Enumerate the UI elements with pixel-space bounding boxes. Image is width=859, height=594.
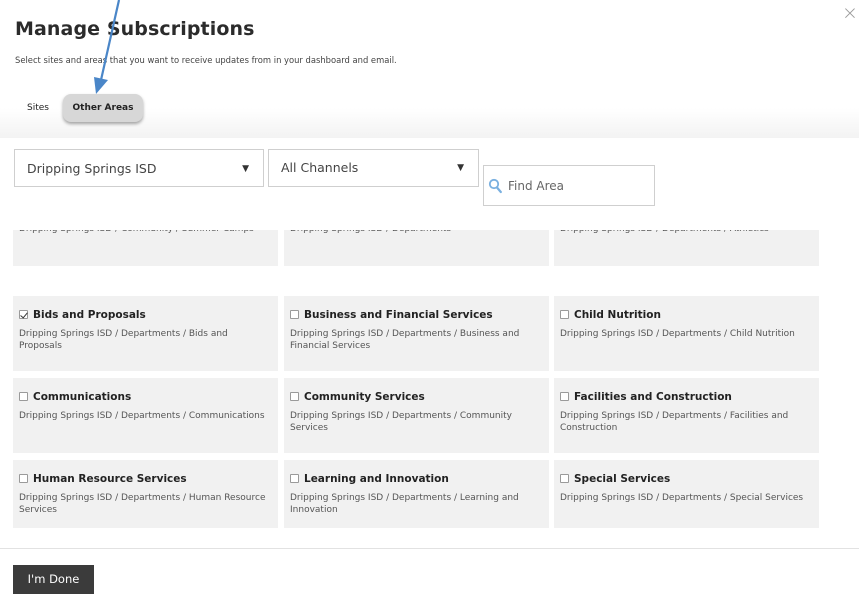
area-card[interactable]: Learning and Innovation Dripping Springs … <box>284 460 549 528</box>
area-card[interactable]: Bids and Proposals Dripping Springs ISD /… <box>13 296 278 371</box>
area-card[interactable]: Special Services Dripping Springs ISD / D… <box>554 460 819 528</box>
area-path: Dripping Springs ISD / Departments / Bid… <box>19 329 228 351</box>
area-path: Dripping Springs ISD / Departments / Fac… <box>560 411 789 433</box>
area-checkbox[interactable] <box>290 392 299 401</box>
area-name: Human Resource Services <box>33 473 187 485</box>
area-path: Dripping Springs ISD / Departments / Hum… <box>19 493 266 515</box>
area-name: Bids and Proposals <box>33 309 146 321</box>
done-button[interactable]: I'm Done <box>13 565 94 594</box>
area-name: Special Services <box>574 473 671 485</box>
area-path: Dripping Springs ISD / Departments / Lea… <box>290 493 519 515</box>
channel-select-value: All Channels <box>281 160 359 175</box>
area-checkbox[interactable] <box>290 310 299 319</box>
area-card[interactable]: Human Resource Services Dripping Springs … <box>13 460 278 528</box>
area-title: Bids and Proposals <box>19 309 146 321</box>
area-title: Communications <box>19 391 131 403</box>
area-title: Human Resource Services <box>19 473 187 485</box>
modal-subtitle: Select sites and areas that you want to … <box>15 55 397 65</box>
area-card[interactable]: Facilities and Construction Dripping Spri… <box>554 378 819 453</box>
area-name: Community Services <box>304 391 425 403</box>
area-card[interactable]: Communications Dripping Springs ISD / Dep… <box>13 378 278 453</box>
area-name: Business and Financial Services <box>304 309 493 321</box>
area-card[interactable]: DepartmentsDripping Springs ISD / Depart… <box>284 230 549 266</box>
area-card[interactable]: Business and Financial Services Dripping … <box>284 296 549 371</box>
area-name: Learning and Innovation <box>304 473 449 485</box>
area-path: Dripping Springs ISD / Departments / Com… <box>19 411 265 421</box>
area-path: Dripping Springs ISD / Departments / Bus… <box>290 329 520 351</box>
area-card[interactable]: Child Nutrition Dripping Springs ISD / De… <box>554 296 819 371</box>
area-path: Dripping Springs ISD / Departments <box>290 230 540 235</box>
modal-title: Manage Subscriptions <box>15 18 255 40</box>
area-name: Facilities and Construction <box>574 391 732 403</box>
area-title: Facilities and Construction <box>560 391 732 403</box>
area-checkbox[interactable] <box>560 392 569 401</box>
find-area-box <box>483 165 655 206</box>
area-path: Dripping Springs ISD / Departments / Spe… <box>560 493 804 503</box>
area-checkbox[interactable] <box>560 310 569 319</box>
area-card[interactable]: Community Services Dripping Springs ISD /… <box>284 378 549 453</box>
close-icon[interactable]: × <box>842 3 859 23</box>
area-title: Business and Financial Services <box>290 309 493 321</box>
areas-grid[interactable]: Summer CampsDripping Springs ISD / Commu… <box>13 230 821 528</box>
find-area-input[interactable] <box>508 166 652 205</box>
area-path: Dripping Springs ISD / Departments / Com… <box>290 411 512 433</box>
area-checkbox[interactable] <box>560 474 569 483</box>
area-title: Child Nutrition <box>560 309 661 321</box>
area-title: Learning and Innovation <box>290 473 449 485</box>
chevron-down-icon: ▼ <box>242 164 249 174</box>
channel-select[interactable]: All Channels ▼ <box>268 149 479 187</box>
area-checkbox[interactable] <box>19 310 28 319</box>
area-checkbox[interactable] <box>19 392 28 401</box>
district-select-value: Dripping Springs ISD <box>27 161 157 176</box>
chevron-down-icon: ▼ <box>457 163 464 173</box>
area-checkbox[interactable] <box>19 474 28 483</box>
footer-divider <box>0 548 859 549</box>
tab-sites[interactable]: Sites <box>27 94 49 122</box>
search-icon <box>488 178 502 194</box>
area-name: Child Nutrition <box>574 309 661 321</box>
district-select[interactable]: Dripping Springs ISD ▼ <box>14 149 264 187</box>
tab-other-areas[interactable]: Other Areas <box>63 94 143 122</box>
area-path: Dripping Springs ISD / Community / Summe… <box>19 230 269 235</box>
area-card[interactable]: Summer CampsDripping Springs ISD / Commu… <box>13 230 278 266</box>
area-card[interactable]: AthleticsDripping Springs ISD / Departme… <box>554 230 819 266</box>
area-title: Community Services <box>290 391 425 403</box>
area-name: Communications <box>33 391 132 403</box>
area-checkbox[interactable] <box>290 474 299 483</box>
area-title: Special Services <box>560 473 670 485</box>
area-path: Dripping Springs ISD / Departments / Ath… <box>560 230 810 235</box>
area-path: Dripping Springs ISD / Departments / Chi… <box>560 329 795 339</box>
